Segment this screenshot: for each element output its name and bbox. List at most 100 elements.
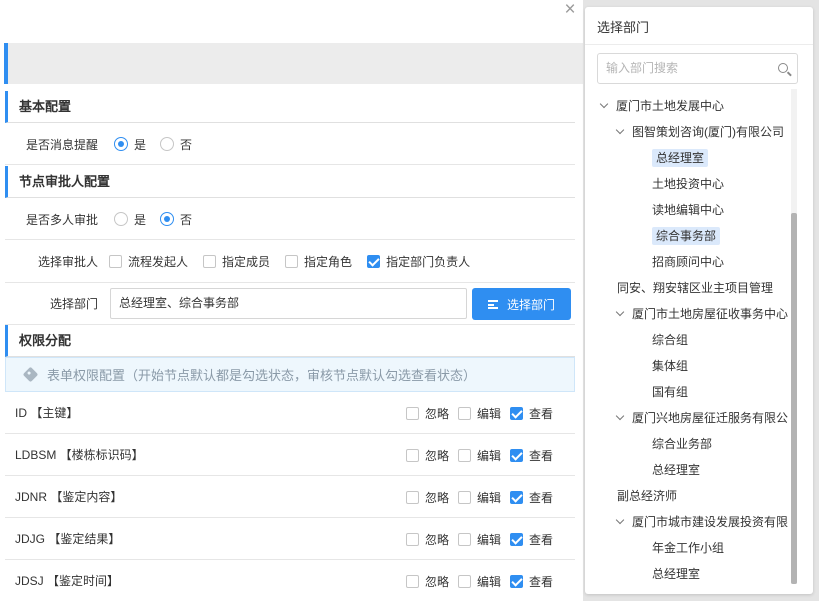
- multi-yes-radio[interactable]: [114, 212, 129, 226]
- approver-dept-head-checkbox[interactable]: [367, 255, 381, 268]
- dept-search-placeholder: 输入部门搜索: [606, 61, 679, 75]
- edit-checkbox[interactable]: [458, 532, 472, 546]
- search-icon[interactable]: [778, 63, 788, 73]
- tree-scrollbar-thumb[interactable]: [791, 213, 797, 584]
- dept-tree-node[interactable]: 总经理室: [652, 457, 700, 483]
- approver-option-label: 指定成员: [222, 255, 271, 269]
- approver-member-checkbox[interactable]: [203, 255, 217, 268]
- edit-checkbox[interactable]: [458, 406, 472, 420]
- close-icon[interactable]: ×: [560, 0, 580, 20]
- ignore-checkbox[interactable]: [406, 448, 419, 462]
- ignore-label: 忽略: [425, 532, 450, 547]
- edit-label: 编辑: [477, 490, 502, 505]
- dept-tree-node[interactable]: 读地编辑中心: [652, 197, 724, 223]
- notify-yes-label: 是: [134, 137, 147, 152]
- chevron-down-icon[interactable]: [615, 515, 625, 525]
- dept-tree-node[interactable]: 同安、翔安辖区业主项目管理: [617, 275, 773, 301]
- multi-approve-row: 是否多人审批 是 否: [5, 199, 575, 240]
- dept-tree-label: 图智策划咨询(厦门)有限公司: [632, 125, 784, 139]
- permission-row: JDJG 【鉴定结果】 忽略 编辑 查看: [5, 518, 575, 560]
- section-approver-config: 节点审批人配置: [5, 166, 575, 198]
- view-checkbox[interactable]: [510, 532, 524, 546]
- view-checkbox[interactable]: [510, 574, 524, 588]
- dept-tree-label: 厦门市土地发展中心: [616, 99, 725, 113]
- dept-tree-label: 厦门市城市建设发展投资有限: [632, 515, 789, 529]
- permission-info-bar: 表单权限配置（开始节点默认都是勾选状态，审核节点默认勾选查看状态）: [5, 357, 575, 392]
- edit-label: 编辑: [477, 532, 502, 547]
- dept-tree-label: 总经理室: [652, 149, 709, 167]
- dept-tree-label: 厦门市土地房屋征收事务中心: [632, 307, 789, 321]
- approver-role-checkbox[interactable]: [285, 255, 299, 268]
- edit-checkbox[interactable]: [458, 490, 472, 504]
- permission-field-name: JDNR 【鉴定内容】: [15, 490, 123, 504]
- dept-tree-node[interactable]: 厦门兴地房屋征迁服务有限公: [615, 405, 789, 431]
- ignore-checkbox[interactable]: [406, 574, 419, 588]
- ignore-checkbox[interactable]: [406, 406, 419, 420]
- dept-tree-node[interactable]: 厦门市土地发展中心: [599, 93, 725, 119]
- workflow-node-config-panel: × 基本配置 是否消息提醒 是 否 节点审批人配置 是否多人审批 是 否 选择审…: [0, 0, 583, 601]
- view-checkbox[interactable]: [510, 448, 524, 462]
- dept-input[interactable]: 总经理室、综合事务部: [110, 288, 467, 319]
- permission-info-text: 表单权限配置（开始节点默认都是勾选状态，审核节点默认勾选查看状态）: [47, 368, 477, 383]
- notify-no-label: 否: [180, 137, 193, 152]
- view-label: 查看: [529, 406, 554, 421]
- tag-icon: [22, 366, 39, 383]
- permission-options: 忽略 编辑 查看: [406, 560, 553, 601]
- dept-tree-label: 总经理室: [652, 463, 701, 477]
- dept-tree-node[interactable]: 土地投资中心: [652, 171, 724, 197]
- dept-tree-label: 总经理室: [652, 567, 701, 581]
- notify-yes-radio[interactable]: [114, 137, 129, 151]
- list-icon: [487, 299, 498, 309]
- dept-tree-label: 厦门兴地房屋征迁服务有限公: [632, 411, 789, 425]
- dept-tree-label: 综合组: [652, 333, 689, 347]
- dept-tree-node[interactable]: 厦门市城市建设发展投资有限: [615, 509, 789, 535]
- dept-search-input[interactable]: 输入部门搜索: [597, 53, 798, 84]
- ignore-checkbox[interactable]: [406, 532, 419, 546]
- dept-tree-node[interactable]: 图智策划咨询(厦门)有限公司: [615, 119, 784, 145]
- dept-tree-label: 国有组: [652, 385, 689, 399]
- dept-tree-node[interactable]: 副总经济师: [617, 483, 677, 509]
- chevron-down-icon[interactable]: [615, 125, 625, 135]
- ignore-checkbox[interactable]: [406, 490, 419, 504]
- notify-no-radio[interactable]: [160, 137, 175, 151]
- edit-checkbox[interactable]: [458, 448, 472, 462]
- edit-label: 编辑: [477, 406, 502, 421]
- view-checkbox[interactable]: [510, 406, 524, 420]
- dept-tree-node[interactable]: 国有组: [652, 379, 688, 405]
- view-label: 查看: [529, 574, 554, 589]
- dept-tree-label: 副总经济师: [617, 489, 678, 503]
- select-approver-label: 选择审批人: [38, 255, 99, 269]
- dept-tree-node[interactable]: 厦门市土地房屋征收事务中心: [615, 301, 789, 327]
- dept-tree-node[interactable]: 综合业务部: [652, 431, 712, 457]
- permission-row: LDBSM 【楼栋标识码】 忽略 编辑 查看: [5, 434, 575, 476]
- edit-checkbox[interactable]: [458, 574, 472, 588]
- select-dept-label: 选择部门: [50, 297, 99, 311]
- dept-tree-node[interactable]: 总经理室: [652, 561, 700, 587]
- dept-tree-node[interactable]: 总经理室: [652, 145, 709, 171]
- dept-tree-node[interactable]: 综合事务部: [652, 223, 721, 249]
- select-dept-button[interactable]: 选择部门: [472, 288, 571, 320]
- multi-no-radio[interactable]: [160, 212, 175, 226]
- dept-tree-node[interactable]: 集体组: [652, 353, 688, 379]
- dept-panel-title: 选择部门: [597, 20, 650, 35]
- dept-tree-label: 招商顾问中心: [652, 255, 725, 269]
- ignore-label: 忽略: [425, 406, 450, 421]
- view-checkbox[interactable]: [510, 490, 524, 504]
- dept-tree-label: 综合事务部: [652, 227, 721, 245]
- edit-label: 编辑: [477, 574, 502, 589]
- chevron-down-icon[interactable]: [615, 411, 625, 421]
- notify-row: 是否消息提醒 是 否: [5, 124, 575, 165]
- edit-label: 编辑: [477, 448, 502, 463]
- chevron-down-icon[interactable]: [615, 307, 625, 317]
- permission-options: 忽略 编辑 查看: [406, 392, 553, 434]
- dept-tree-node[interactable]: 招商顾问中心: [652, 249, 724, 275]
- permission-row: ID 【主键】 忽略 编辑 查看: [5, 392, 575, 434]
- dept-tree-node[interactable]: 综合组: [652, 327, 688, 353]
- permission-options: 忽略 编辑 查看: [406, 434, 553, 476]
- chevron-down-icon[interactable]: [599, 99, 609, 109]
- dept-tree-label: 读地编辑中心: [652, 203, 725, 217]
- approver-option-label: 指定部门负责人: [386, 255, 471, 269]
- approver-initiator-checkbox[interactable]: [109, 255, 123, 268]
- dept-tree: 厦门市土地发展中心 图智策划咨询(厦门)有限公司 总经理室 土地投资中心 读地编辑中心综…: [595, 93, 792, 587]
- dept-tree-node[interactable]: 年金工作小组: [652, 535, 724, 561]
